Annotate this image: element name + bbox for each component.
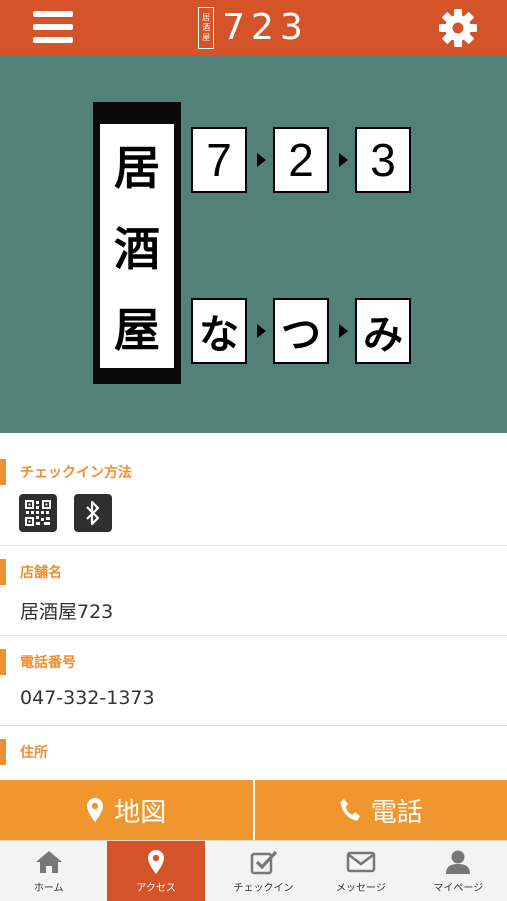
- app-logo: 居 酒 屋 723: [198, 7, 309, 49]
- nav-access[interactable]: アクセス: [107, 841, 204, 901]
- bluetooth-icon: [82, 499, 104, 527]
- menu-icon-bar: [33, 24, 73, 30]
- home-icon: [34, 849, 64, 875]
- arrow-right-icon: [257, 153, 266, 167]
- divider: [0, 635, 507, 636]
- phone-icon: [339, 798, 361, 822]
- nav-message[interactable]: メッセージ: [312, 841, 409, 901]
- logo-number: 723: [222, 7, 309, 48]
- qr-checkin-button[interactable]: [19, 494, 57, 532]
- menu-icon-bar: [33, 11, 73, 17]
- nav-label: メッセージ: [336, 879, 386, 894]
- divider: [0, 725, 507, 726]
- store-name-value: 居酒屋723: [20, 597, 113, 624]
- phone-title: 電話番号: [0, 649, 76, 675]
- nav-home[interactable]: ホーム: [0, 841, 97, 901]
- arrow-right-icon: [339, 153, 348, 167]
- banner-tile: 7: [191, 127, 247, 193]
- banner-vertical-sign: 居 酒 屋: [93, 102, 181, 384]
- divider: [0, 545, 507, 546]
- bottom-nav: ホーム アクセス チェックイン メッセージ マイページ: [0, 840, 507, 901]
- call-button-label: 電話: [371, 792, 423, 829]
- gear-icon: [437, 7, 479, 49]
- banner-tile: 2: [273, 127, 329, 193]
- store-name-title: 店舗名: [0, 559, 62, 585]
- map-pin-icon: [86, 797, 104, 823]
- checkin-title: チェックイン方法: [0, 459, 132, 485]
- map-button[interactable]: 地図: [0, 780, 253, 840]
- menu-icon-bar: [33, 37, 73, 43]
- qr-code-icon: [24, 499, 52, 527]
- nav-checkin[interactable]: チェックイン: [215, 841, 312, 901]
- address-title: 住所: [0, 739, 48, 765]
- app-header: 居 酒 屋 723: [0, 0, 507, 55]
- banner-char: 酒: [114, 213, 160, 279]
- call-button[interactable]: 電話: [253, 780, 507, 840]
- logo-char: 酒: [202, 23, 210, 33]
- banner-tile: な: [191, 298, 247, 364]
- logo-char: 屋: [202, 33, 210, 43]
- arrow-right-icon: [257, 324, 266, 338]
- logo-vertical-box: 居 酒 屋: [198, 7, 214, 49]
- map-button-label: 地図: [114, 792, 166, 829]
- logo-char: 居: [202, 13, 210, 23]
- banner-tile: み: [355, 298, 411, 364]
- nav-label: ホーム: [34, 879, 64, 894]
- user-icon: [443, 849, 473, 875]
- nav-label: マイページ: [433, 879, 483, 894]
- phone-value[interactable]: 047-332-1373: [20, 687, 155, 709]
- menu-button[interactable]: [33, 11, 73, 45]
- banner-tile: 3: [355, 127, 411, 193]
- map-pin-icon: [147, 849, 165, 875]
- arrow-right-icon: [339, 324, 348, 338]
- banner-char: 屋: [114, 294, 160, 360]
- banner-tile: つ: [273, 298, 329, 364]
- envelope-icon: [346, 849, 376, 875]
- banner-vertical-text: 居 酒 屋: [100, 124, 174, 368]
- store-banner: 居 酒 屋 7 2 3 な つ み: [0, 55, 507, 433]
- banner-char: 居: [114, 132, 160, 198]
- nav-label: チェックイン: [234, 879, 294, 894]
- bluetooth-checkin-button[interactable]: [74, 494, 112, 532]
- nav-label: アクセス: [136, 879, 176, 894]
- nav-mypage[interactable]: マイページ: [410, 841, 507, 901]
- settings-button[interactable]: [437, 7, 479, 49]
- checkbox-icon: [249, 849, 279, 875]
- action-bar: 地図 電話: [0, 780, 507, 840]
